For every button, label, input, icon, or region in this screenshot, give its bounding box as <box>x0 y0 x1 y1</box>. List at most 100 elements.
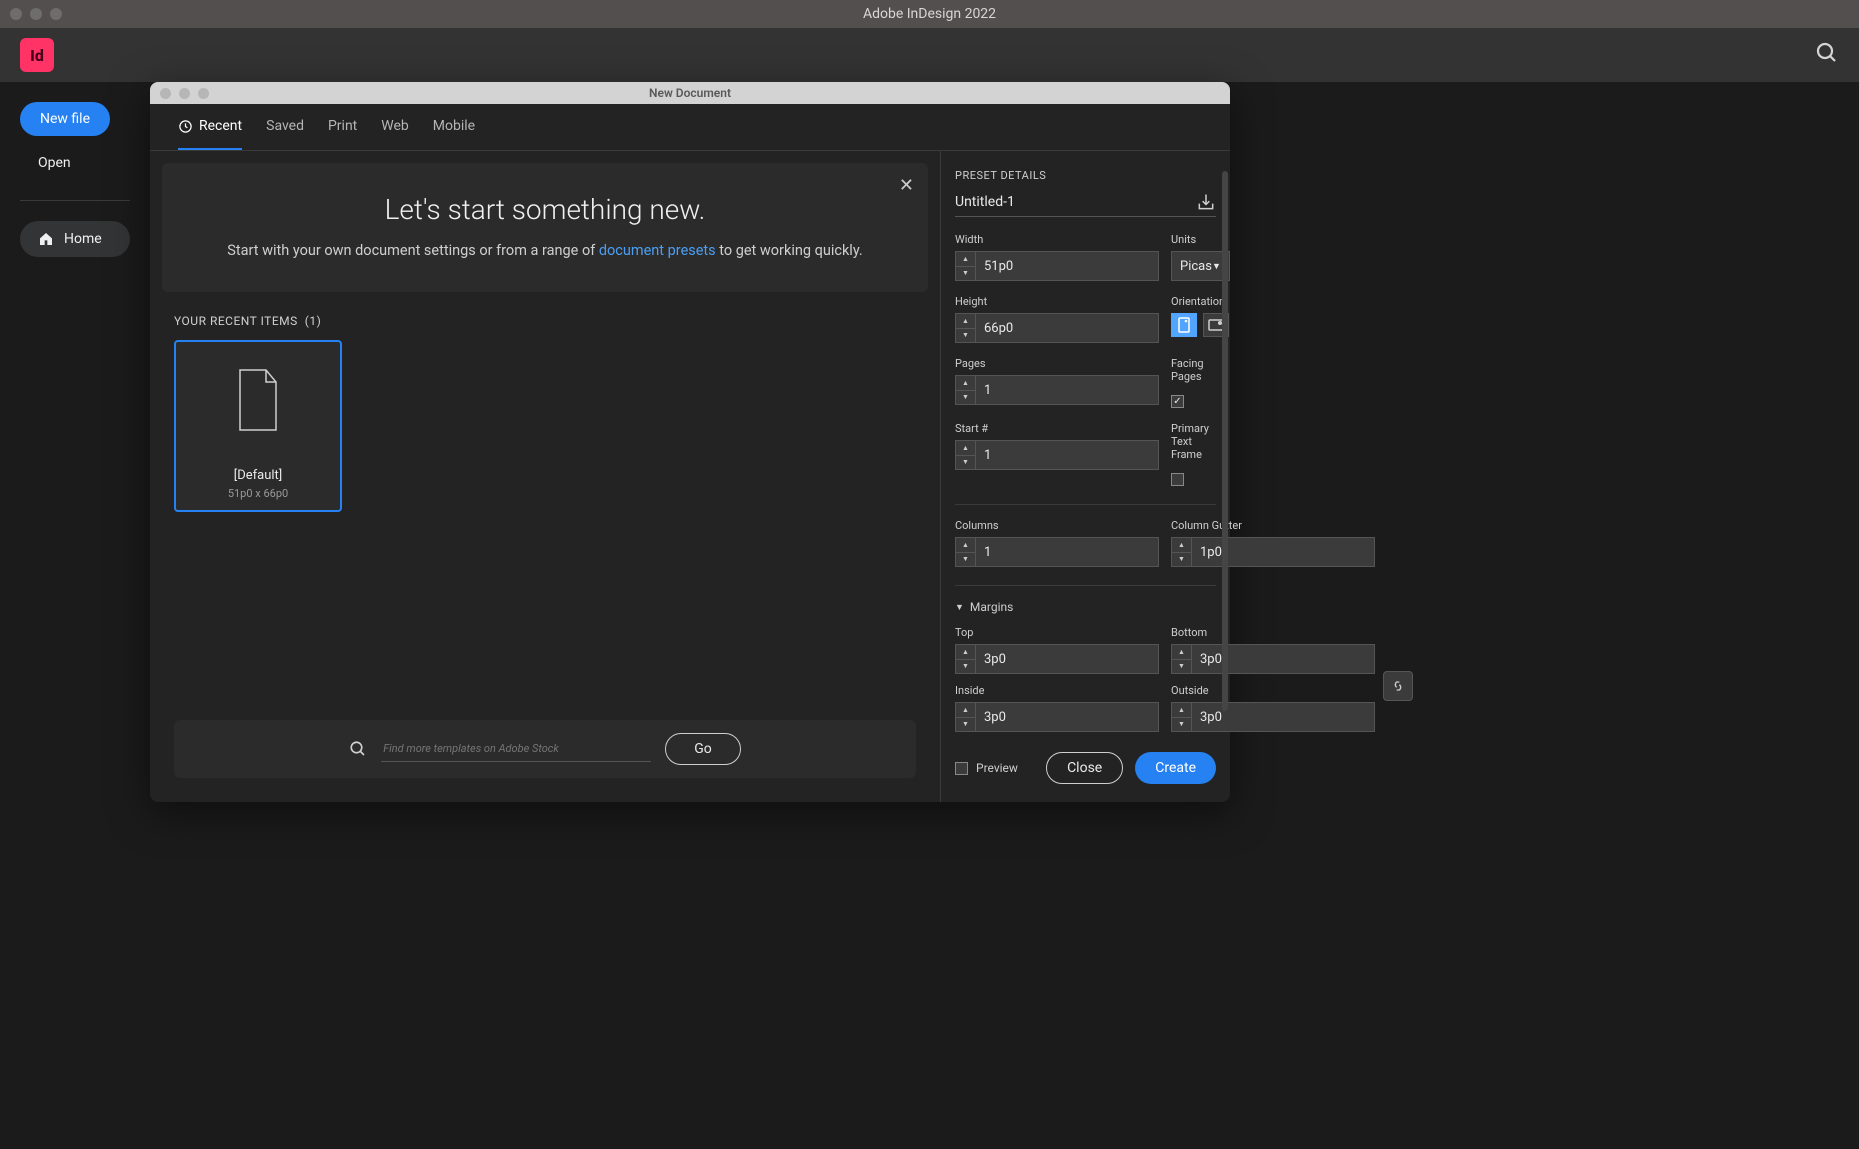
preset-name-row <box>955 192 1216 217</box>
preset-card-default[interactable]: [Default] 51p0 x 66p0 <box>174 340 342 512</box>
height-label: Height <box>955 295 1159 308</box>
bottom-label: Bottom <box>1171 626 1375 639</box>
go-button[interactable]: Go <box>665 733 741 765</box>
new-file-button[interactable]: New file <box>20 102 110 136</box>
start-label: Start # <box>955 422 1159 435</box>
chevron-up-icon[interactable]: ▲ <box>956 538 975 553</box>
tab-web[interactable]: Web <box>381 104 409 150</box>
height-input[interactable]: ▲▼ <box>955 313 1159 343</box>
bottom-input[interactable]: ▲▼ <box>1171 644 1375 674</box>
new-document-dialog: New Document Recent Saved Print Web Mobi… <box>150 82 1230 802</box>
orientation-portrait[interactable] <box>1171 313 1197 337</box>
facing-pages-checkbox[interactable] <box>1171 395 1184 408</box>
close-icon[interactable]: ✕ <box>899 175 914 196</box>
tab-label: Recent <box>199 118 242 134</box>
units-value: Picas <box>1180 259 1212 274</box>
recent-count: (1) <box>305 314 322 328</box>
tab-recent[interactable]: Recent <box>178 104 242 150</box>
inside-input[interactable]: ▲▼ <box>955 702 1159 732</box>
top-field[interactable] <box>975 644 1159 674</box>
chevron-down-icon[interactable]: ▼ <box>956 553 975 567</box>
divider <box>20 200 130 201</box>
link-margins-button[interactable] <box>1383 671 1413 701</box>
preset-name-input[interactable] <box>955 194 1196 210</box>
preset-details-panel: PRESET DETAILS Width ▲▼ <box>940 151 1230 802</box>
chevron-down-icon[interactable]: ▼ <box>956 329 975 343</box>
tab-mobile[interactable]: Mobile <box>433 104 475 150</box>
dialog-titlebar: New Document <box>150 82 1230 104</box>
tab-saved[interactable]: Saved <box>266 104 304 150</box>
stock-search-bar: Go <box>174 720 916 778</box>
columns-field[interactable] <box>975 537 1159 567</box>
height-field[interactable] <box>975 313 1159 343</box>
create-button[interactable]: Create <box>1135 752 1216 784</box>
columns-input[interactable]: ▲▼ <box>955 537 1159 567</box>
start-input[interactable]: ▲▼ <box>955 440 1159 470</box>
main-area: New file Open Home New Document Re <box>0 82 1859 1149</box>
chevron-up-icon[interactable]: ▲ <box>956 252 975 267</box>
dialog-body: ✕ Let's start something new. Start with … <box>150 151 1230 802</box>
maximize-window-icon[interactable] <box>50 8 62 20</box>
close-button[interactable]: Close <box>1046 752 1123 784</box>
columns-label: Columns <box>955 519 1159 532</box>
close-window-icon[interactable] <box>10 8 22 20</box>
dialog-traffic-lights <box>160 88 209 99</box>
document-presets-link[interactable]: document presets <box>599 242 716 259</box>
width-input[interactable]: ▲▼ <box>955 251 1159 281</box>
chevron-down-icon[interactable]: ▼ <box>956 718 975 732</box>
chevron-down-icon[interactable]: ▼ <box>1172 718 1191 732</box>
preview-toggle[interactable]: Preview <box>955 761 1018 775</box>
start-field[interactable] <box>975 440 1159 470</box>
chevron-up-icon[interactable]: ▲ <box>1172 538 1191 553</box>
divider <box>955 585 1216 586</box>
search-icon[interactable] <box>1815 41 1839 69</box>
chevron-down-icon[interactable]: ▼ <box>1172 660 1191 674</box>
chevron-up-icon[interactable]: ▲ <box>956 314 975 329</box>
chevron-up-icon[interactable]: ▲ <box>956 441 975 456</box>
inside-field[interactable] <box>975 702 1159 732</box>
primary-text-checkbox[interactable] <box>1171 473 1184 486</box>
minimize-window-icon[interactable] <box>30 8 42 20</box>
recent-heading: YOUR RECENT ITEMS (1) <box>174 314 928 328</box>
chevron-down-icon[interactable]: ▼ <box>956 660 975 674</box>
chevron-up-icon[interactable]: ▲ <box>1172 645 1191 660</box>
welcome-text-after: to get working quickly. <box>716 242 863 259</box>
pages-field[interactable] <box>975 375 1159 405</box>
divider <box>955 504 1216 505</box>
chevron-down-icon[interactable]: ▼ <box>956 267 975 281</box>
content-area: New Document Recent Saved Print Web Mobi… <box>150 82 1859 1149</box>
welcome-title: Let's start something new. <box>202 193 888 226</box>
download-preset-icon[interactable] <box>1196 192 1216 212</box>
sidebar-item-home[interactable]: Home <box>20 221 130 257</box>
gutter-field[interactable] <box>1191 537 1375 567</box>
chevron-down-icon[interactable]: ▼ <box>1172 553 1191 567</box>
chevron-down-icon[interactable]: ▼ <box>956 456 975 470</box>
app-logo: Id <box>20 38 54 72</box>
chevron-up-icon[interactable]: ▲ <box>956 703 975 718</box>
pages-input[interactable]: ▲▼ <box>955 375 1159 405</box>
bottom-field[interactable] <box>1191 644 1375 674</box>
outside-field[interactable] <box>1191 702 1375 732</box>
dialog-maximize-icon[interactable] <box>198 88 209 99</box>
gutter-input[interactable]: ▲▼ <box>1171 537 1375 567</box>
scrollbar[interactable] <box>1222 171 1228 711</box>
dialog-minimize-icon[interactable] <box>179 88 190 99</box>
top-input[interactable]: ▲▼ <box>955 644 1159 674</box>
stock-search-input[interactable] <box>381 736 651 762</box>
margins-header[interactable]: ▼ Margins <box>955 600 1216 614</box>
chevron-up-icon[interactable]: ▲ <box>956 376 975 391</box>
tab-print[interactable]: Print <box>328 104 357 150</box>
width-field[interactable] <box>975 251 1159 281</box>
dialog-close-icon[interactable] <box>160 88 171 99</box>
chevron-up-icon[interactable]: ▲ <box>956 645 975 660</box>
welcome-text-before: Start with your own document settings or… <box>227 242 599 259</box>
outside-input[interactable]: ▲▼ <box>1171 702 1375 732</box>
preset-name: [Default] <box>186 468 330 483</box>
chevron-down-icon[interactable]: ▼ <box>956 391 975 405</box>
chevron-up-icon[interactable]: ▲ <box>1172 703 1191 718</box>
preview-checkbox[interactable] <box>955 762 968 775</box>
preset-thumb <box>176 342 340 458</box>
open-button[interactable]: Open <box>20 146 130 180</box>
width-label: Width <box>955 233 1159 246</box>
pages-label: Pages <box>955 357 1159 370</box>
